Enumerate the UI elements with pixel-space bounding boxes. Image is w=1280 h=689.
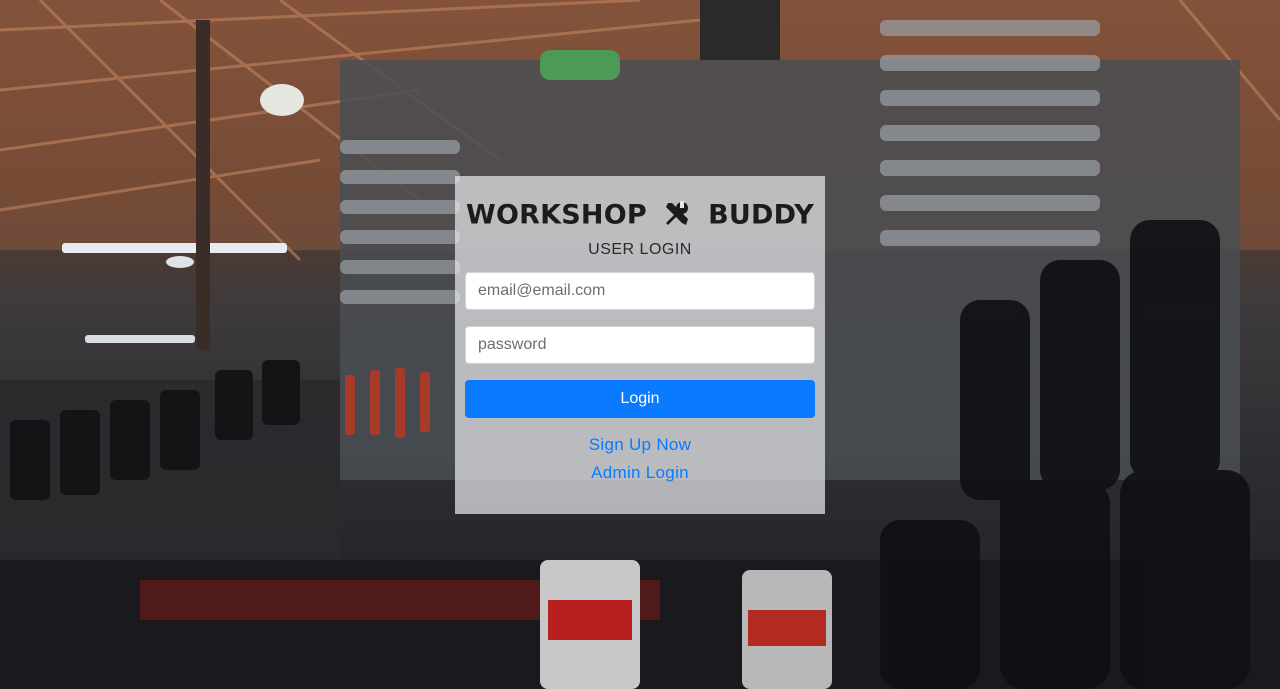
login-button[interactable]: Login: [465, 380, 815, 418]
brand-right-text: BUDDY: [708, 199, 814, 231]
password-input[interactable]: [465, 326, 815, 364]
wrench-screwdriver-icon: [666, 200, 689, 225]
brand-logo: WORKSHOP BUDDY: [0, 196, 1280, 235]
signup-link-container: Sign Up Now: [0, 435, 1280, 455]
brand-left-text: WORKSHOP: [466, 199, 647, 231]
admin-login-link[interactable]: Admin Login: [591, 463, 689, 482]
email-input[interactable]: [465, 272, 815, 310]
admin-login-link-container: Admin Login: [0, 463, 1280, 483]
signup-link[interactable]: Sign Up Now: [589, 435, 692, 454]
login-subtitle: USER LOGIN: [588, 241, 692, 258]
